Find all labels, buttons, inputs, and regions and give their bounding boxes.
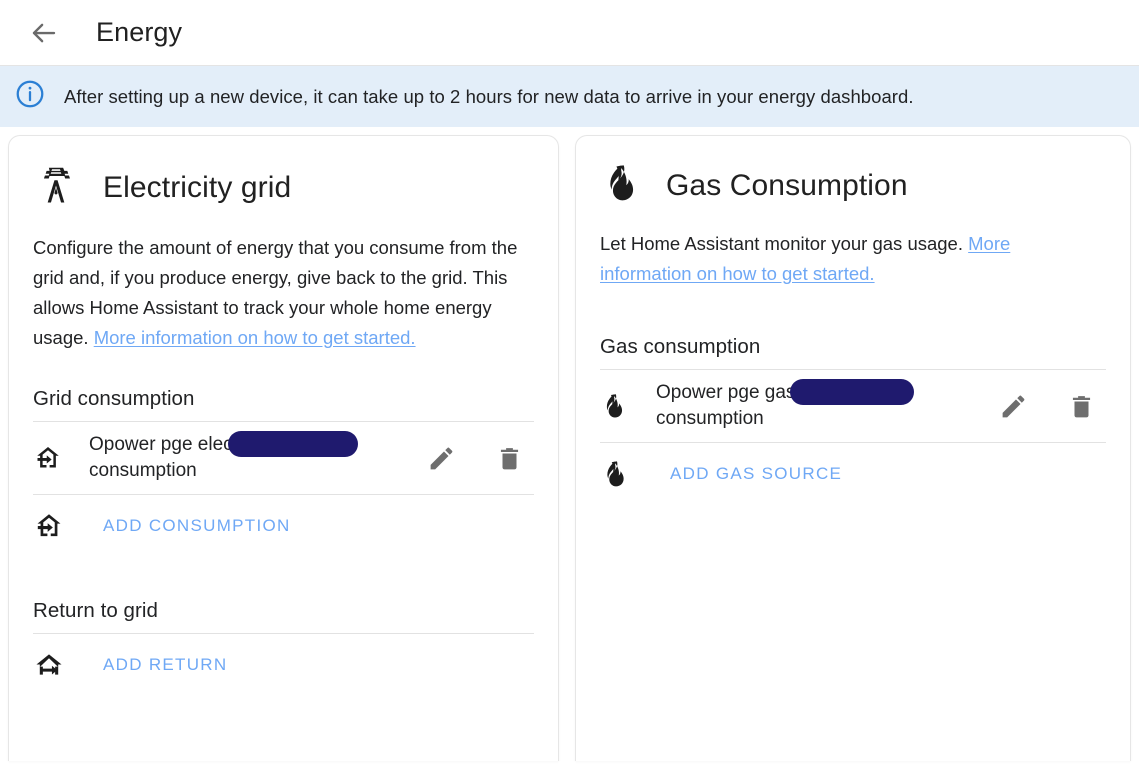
delete-grid-consumption-button[interactable]	[492, 441, 526, 475]
grid-consumption-entity-row[interactable]: Opower pge elec consumption	[33, 422, 534, 494]
info-banner-text: After setting up a new device, it can ta…	[64, 85, 914, 107]
add-consumption-button[interactable]: ADD CONSUMPTION	[33, 495, 534, 557]
gas-description-text: Let Home Assistant monitor your gas usag…	[600, 233, 969, 254]
entity-name-visible-prefix: Opower pge elec	[89, 434, 233, 456]
gas-card-description: Let Home Assistant monitor your gas usag…	[600, 229, 1106, 289]
add-return-button[interactable]: ADD RETURN	[33, 634, 534, 696]
edit-grid-consumption-button[interactable]	[424, 441, 458, 475]
gas-consumption-card: Gas Consumption Let Home Assistant monit…	[575, 135, 1131, 761]
page-title: Energy	[96, 17, 183, 47]
add-consumption-label: ADD CONSUMPTION	[103, 516, 291, 536]
entity-name-visible-prefix: Opower pge gas	[656, 382, 796, 404]
gas-card-title: Gas Consumption	[666, 169, 908, 202]
electricity-card-title: Electricity grid	[103, 171, 292, 204]
grid-consumption-title: Grid consumption	[33, 387, 195, 410]
gas-consumption-entity-name: Opower pge gas consumption	[636, 379, 996, 432]
return-to-grid-title: Return to grid	[33, 599, 158, 623]
transmission-tower-icon	[33, 162, 79, 213]
add-gas-source-button[interactable]: ADD GAS SOURCE	[600, 443, 1106, 505]
fire-icon	[600, 392, 636, 420]
entity-name-visible-suffix: consumption	[89, 460, 197, 482]
fire-icon	[600, 459, 636, 489]
info-banner: After setting up a new device, it can ta…	[0, 66, 1139, 127]
add-return-label: ADD RETURN	[103, 655, 228, 675]
gas-card-header: Gas Consumption	[600, 158, 1106, 209]
electricity-card-description: Configure the amount of energy that you …	[33, 233, 533, 353]
grid-consumption-entity-name: Opower pge elec consumption	[69, 431, 424, 484]
cards-container: Electricity grid Configure the amount of…	[0, 127, 1139, 761]
add-gas-source-label: ADD GAS SOURCE	[670, 464, 843, 484]
entity-name-visible-suffix: consumption	[656, 408, 764, 430]
fire-icon	[600, 162, 642, 209]
arrow-left-icon	[29, 18, 59, 48]
back-button[interactable]	[22, 11, 66, 55]
gas-consumption-title: Gas consumption	[600, 335, 761, 358]
electricity-grid-card: Electricity grid Configure the amount of…	[8, 135, 559, 761]
grid-consumption-section: Grid consumption Opower pge elec consumpt…	[33, 387, 534, 557]
home-export-outline-icon	[33, 649, 69, 681]
gas-consumption-entity-row[interactable]: Opower pge gas consumption	[600, 370, 1106, 442]
app-bar: Energy	[0, 0, 1139, 66]
home-import-outline-icon	[33, 510, 69, 542]
return-to-grid-section: Return to grid ADD RETURN	[33, 599, 534, 696]
redaction-pill	[790, 379, 915, 405]
card-bottom-spacer	[33, 696, 534, 708]
redaction-pill	[227, 431, 358, 457]
home-import-outline-icon	[33, 443, 69, 473]
info-circle-icon	[14, 78, 46, 115]
pencil-icon	[427, 444, 456, 473]
gas-consumption-section: Gas consumption Opower pge gas consumptio…	[600, 335, 1106, 505]
trash-icon	[1067, 392, 1096, 421]
trash-icon	[495, 444, 524, 473]
pencil-icon	[999, 392, 1028, 421]
electricity-card-header: Electricity grid	[33, 158, 534, 213]
electricity-more-info-link[interactable]: More information on how to get started.	[94, 327, 416, 348]
delete-gas-consumption-button[interactable]	[1064, 389, 1098, 423]
gas-consumption-row-actions	[996, 389, 1106, 423]
energy-configuration-page: Energy After setting up a new device, it…	[0, 0, 1139, 770]
edit-gas-consumption-button[interactable]	[996, 389, 1030, 423]
grid-consumption-row-actions	[424, 441, 534, 475]
